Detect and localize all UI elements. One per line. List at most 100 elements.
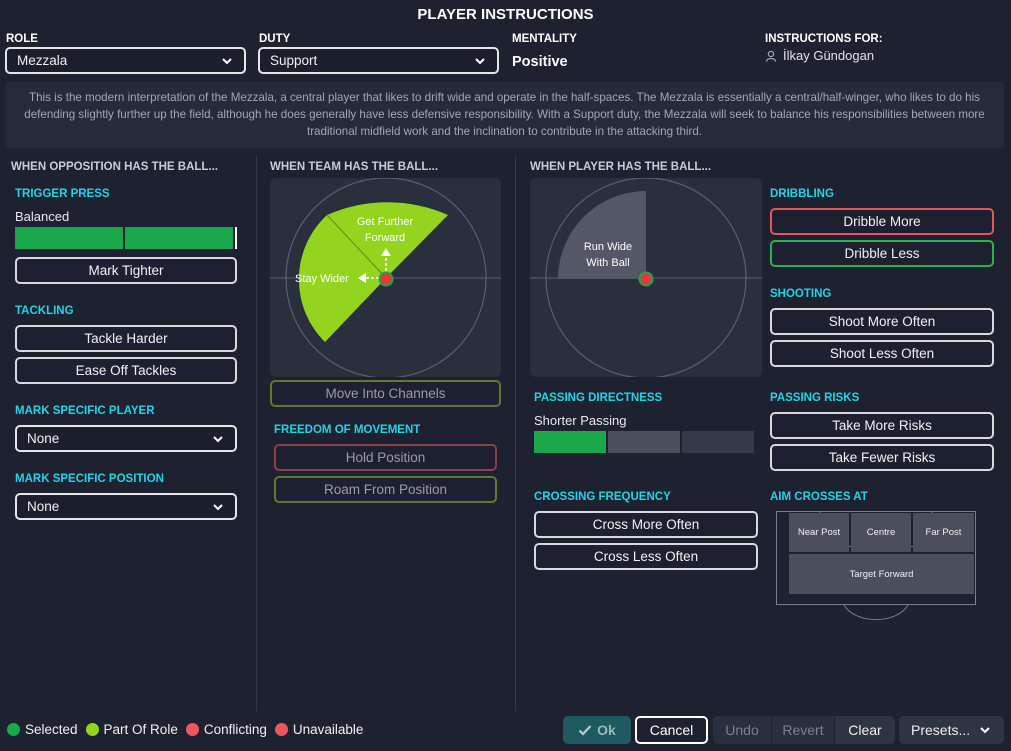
roam-from-position-button[interactable]: Roam From Position bbox=[274, 476, 497, 503]
mark-player-label: MARK SPECIFIC PLAYER bbox=[15, 405, 155, 417]
slider-end-marker bbox=[235, 227, 238, 249]
chevron-down-icon bbox=[213, 503, 223, 510]
slider-segment[interactable] bbox=[534, 431, 606, 453]
player-pitch-svg bbox=[530, 178, 762, 377]
tackling-label: TACKLING bbox=[15, 305, 74, 317]
crossing-label: CROSSING FREQUENCY bbox=[534, 491, 671, 503]
person-icon bbox=[765, 50, 777, 62]
slider-segment[interactable] bbox=[682, 431, 754, 453]
dribbling-label: DRIBBLING bbox=[770, 188, 834, 200]
role-select[interactable]: Mezzala bbox=[5, 47, 246, 74]
shoot-less-button[interactable]: Shoot Less Often bbox=[770, 340, 994, 367]
aim-crosses-label: AIM CROSSES AT bbox=[770, 491, 868, 503]
ok-button[interactable]: Ok bbox=[563, 716, 631, 744]
target-forward-option[interactable]: Target Forward bbox=[789, 554, 974, 594]
player-position-marker bbox=[638, 271, 654, 287]
run-wide-line1: Run Wide bbox=[583, 241, 633, 253]
team-heading: WHEN TEAM HAS THE BALL... bbox=[270, 161, 439, 173]
role-value: Mezzala bbox=[17, 53, 68, 68]
cancel-button[interactable]: Cancel bbox=[635, 716, 708, 744]
presets-dropdown[interactable]: Presets... bbox=[899, 716, 1004, 744]
duty-select[interactable]: Support bbox=[258, 47, 499, 74]
revert-button[interactable]: Revert bbox=[772, 716, 834, 744]
presets-label: Presets... bbox=[911, 722, 971, 738]
instructions-for-label: INSTRUCTIONS FOR: bbox=[765, 33, 883, 45]
conflicting-dot-icon bbox=[185, 723, 199, 736]
mark-player-value: None bbox=[27, 431, 60, 446]
player-movement-diagram[interactable]: Run Wide With Ball bbox=[530, 178, 762, 377]
shoot-more-button[interactable]: Shoot More Often bbox=[770, 308, 994, 335]
selected-dot-icon bbox=[7, 723, 20, 736]
legend-conflicting-label: Conflicting bbox=[203, 722, 267, 737]
clear-button[interactable]: Clear bbox=[835, 716, 895, 744]
chevron-down-icon bbox=[980, 727, 990, 734]
stay-wider-label[interactable]: Stay Wider bbox=[295, 273, 349, 285]
checkmark-icon bbox=[578, 725, 592, 736]
passing-directness-value: Shorter Passing bbox=[534, 413, 627, 428]
legend-unavailable: Unavailable bbox=[274, 722, 364, 737]
mark-player-select[interactable]: None bbox=[15, 425, 237, 452]
role-label: ROLE bbox=[6, 33, 38, 45]
mark-position-label: MARK SPECIFIC POSITION bbox=[15, 473, 164, 485]
ease-off-tackles-button[interactable]: Ease Off Tackles bbox=[15, 357, 237, 384]
dribble-more-button[interactable]: Dribble More bbox=[770, 208, 994, 235]
legend-part-of-role: Part Of Role bbox=[85, 722, 178, 737]
passing-directness-label: PASSING DIRECTNESS bbox=[534, 392, 663, 404]
trigger-press-value: Balanced bbox=[15, 209, 70, 224]
player-name: İlkay Gündogan bbox=[783, 48, 875, 63]
passing-directness-slider[interactable] bbox=[534, 431, 756, 453]
player-heading: WHEN PLAYER HAS THE BALL... bbox=[530, 161, 712, 173]
undo-button[interactable]: Undo bbox=[713, 716, 771, 744]
chevron-down-icon bbox=[222, 57, 232, 64]
part-of-role-dot-icon bbox=[85, 723, 99, 736]
mark-position-select[interactable]: None bbox=[15, 493, 237, 520]
near-post-option[interactable]: Near Post bbox=[789, 513, 849, 552]
legend-conflicting: Conflicting bbox=[185, 722, 267, 737]
role-description: This is the modern interpretation of the… bbox=[5, 82, 1004, 148]
duty-value: Support bbox=[270, 53, 318, 68]
trigger-press-label: TRIGGER PRESS bbox=[15, 188, 110, 200]
chevron-down-icon bbox=[213, 435, 223, 442]
tackle-harder-button[interactable]: Tackle Harder bbox=[15, 325, 237, 352]
move-into-channels-button[interactable]: Move Into Channels bbox=[270, 380, 501, 407]
player-link[interactable]: İlkay Gündogan bbox=[765, 48, 874, 63]
mentality-value: Positive bbox=[512, 54, 568, 70]
trigger-press-slider[interactable] bbox=[15, 227, 238, 249]
far-post-option[interactable]: Far Post bbox=[913, 513, 974, 552]
ok-label: Ok bbox=[597, 722, 616, 738]
run-wide-line2: With Ball bbox=[586, 257, 630, 269]
legend-unavailable-label: Unavailable bbox=[292, 722, 364, 737]
run-wide-label[interactable]: Run Wide With Ball bbox=[578, 239, 638, 271]
more-risks-button[interactable]: Take More Risks bbox=[770, 412, 994, 439]
mark-position-value: None bbox=[27, 499, 60, 514]
aim-crosses-diagram: Near Post Centre Far Post Target Forward bbox=[776, 511, 976, 627]
slider-segment[interactable] bbox=[15, 227, 124, 249]
freedom-label: FREEDOM OF MOVEMENT bbox=[274, 424, 421, 436]
legend-selected: Selected bbox=[7, 722, 78, 737]
unavailable-dot-icon bbox=[274, 723, 288, 736]
fewer-risks-button[interactable]: Take Fewer Risks bbox=[770, 444, 994, 471]
hold-position-button[interactable]: Hold Position bbox=[274, 444, 497, 471]
slider-segment[interactable] bbox=[608, 431, 680, 453]
opposition-heading: WHEN OPPOSITION HAS THE BALL... bbox=[11, 161, 219, 173]
shooting-label: SHOOTING bbox=[770, 288, 832, 300]
centre-option[interactable]: Centre bbox=[851, 513, 911, 552]
legend-selected-label: Selected bbox=[25, 722, 78, 737]
column-divider bbox=[515, 156, 516, 711]
legend: Selected Part Of Role Conflicting Unavai… bbox=[7, 722, 371, 737]
get-further-forward-label[interactable]: Get Further Forward bbox=[348, 214, 422, 246]
cross-more-button[interactable]: Cross More Often bbox=[534, 511, 758, 538]
player-position-marker bbox=[378, 271, 394, 287]
cross-less-button[interactable]: Cross Less Often bbox=[534, 543, 758, 570]
team-movement-diagram[interactable]: Get Further Forward Stay Wider bbox=[270, 178, 501, 377]
chevron-down-icon bbox=[475, 57, 485, 64]
duty-label: DUTY bbox=[259, 33, 291, 45]
slider-segment[interactable] bbox=[125, 227, 234, 249]
dribble-less-button[interactable]: Dribble Less bbox=[770, 240, 994, 267]
get-further-forward-line1: Get Further bbox=[356, 216, 414, 228]
get-further-forward-line2: Forward bbox=[364, 232, 406, 244]
legend-part-of-role-label: Part Of Role bbox=[103, 722, 178, 737]
mentality-label: MENTALITY bbox=[512, 33, 577, 45]
mark-tighter-button[interactable]: Mark Tighter bbox=[15, 257, 237, 284]
page-title: PLAYER INSTRUCTIONS bbox=[417, 6, 594, 23]
